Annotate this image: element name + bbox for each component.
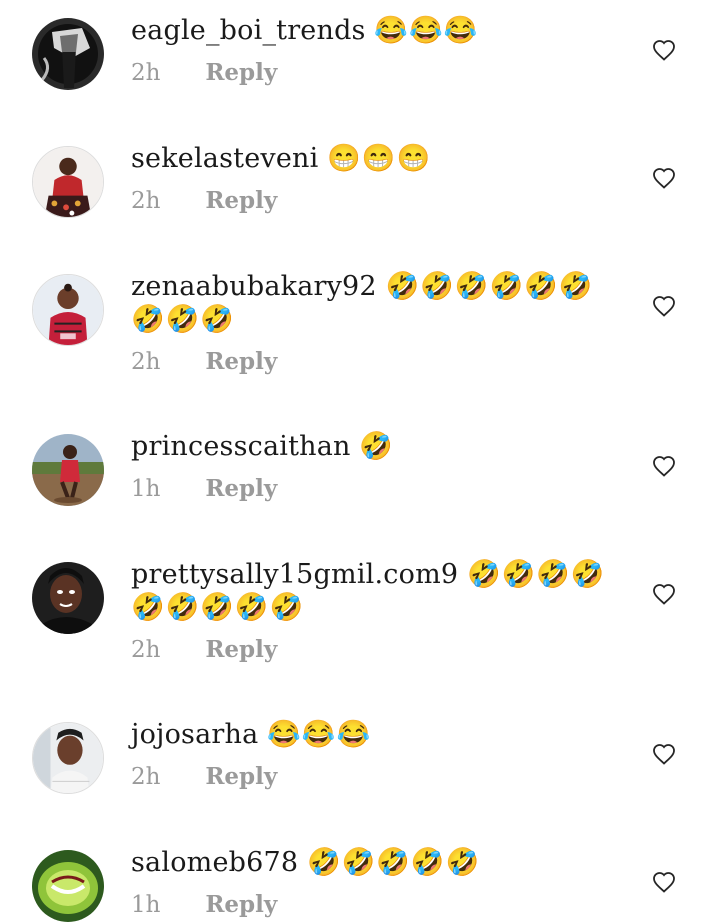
avatar[interactable] — [32, 18, 104, 90]
heart-outline-icon[interactable] — [652, 743, 676, 765]
comment-meta: 2h Reply — [131, 763, 277, 790]
comment-username[interactable]: sekelasteveni — [131, 143, 318, 174]
comment-text: princesscaithan 🤣 — [131, 430, 621, 463]
comment-text: zenaabubakary92 🤣🤣🤣🤣🤣🤣🤣🤣🤣 — [131, 270, 621, 336]
heart-outline-icon[interactable] — [652, 583, 676, 605]
comment-time: 2h — [131, 764, 161, 790]
comment-username[interactable]: jojosarha — [131, 719, 258, 750]
heart-outline-icon[interactable] — [652, 167, 676, 189]
reply-button[interactable]: Reply — [205, 475, 277, 502]
avatar[interactable] — [32, 562, 104, 634]
comment-text: eagle_boi_trends 😂😂😂 — [131, 14, 621, 47]
heart-outline-icon[interactable] — [652, 871, 676, 893]
comment-username[interactable]: prettysally15gmil.com9 — [131, 559, 458, 590]
comment-body: 🤣🤣🤣🤣🤣 — [307, 847, 481, 878]
comment-time: 2h — [131, 349, 161, 375]
avatar[interactable] — [32, 850, 104, 922]
comment-text: prettysally15gmil.com9 🤣🤣🤣🤣🤣🤣🤣🤣🤣 — [131, 558, 621, 624]
comment-meta: 1h Reply — [131, 475, 277, 502]
reply-button[interactable]: Reply — [205, 348, 277, 375]
reply-button[interactable]: Reply — [205, 636, 277, 663]
avatar[interactable] — [32, 722, 104, 794]
heart-outline-icon[interactable] — [652, 295, 676, 317]
comment-meta: 2h Reply — [131, 348, 277, 375]
comment-text: salomeb678 🤣🤣🤣🤣🤣 — [131, 846, 621, 879]
comment-username[interactable]: princesscaithan — [131, 431, 351, 462]
avatar[interactable] — [32, 146, 104, 218]
comment-time: 2h — [131, 60, 161, 86]
heart-outline-icon[interactable] — [652, 39, 676, 61]
comment-body: 🤣 — [359, 431, 395, 462]
comment-body: 😁😁😁 — [327, 143, 432, 174]
avatar[interactable] — [32, 274, 104, 346]
comment-body: 😂😂😂 — [374, 15, 479, 46]
reply-button[interactable]: Reply — [205, 187, 277, 214]
avatar[interactable] — [32, 434, 104, 506]
comment-username[interactable]: eagle_boi_trends — [131, 15, 366, 46]
comment-time: 2h — [131, 188, 161, 214]
reply-button[interactable]: Reply — [205, 891, 277, 918]
comment-meta: 2h Reply — [131, 187, 277, 214]
comment-meta: 2h Reply — [131, 59, 277, 86]
comment-text: sekelasteveni 😁😁😁 — [131, 142, 621, 175]
comment-meta: 2h Reply — [131, 636, 277, 663]
reply-button[interactable]: Reply — [205, 763, 277, 790]
comment-time: 2h — [131, 637, 161, 663]
comment-username[interactable]: zenaabubakary92 — [131, 271, 377, 302]
comment-time: 1h — [131, 476, 161, 502]
comment-text: jojosarha 😂😂😂 — [131, 718, 621, 751]
comment-time: 1h — [131, 892, 161, 918]
comment-meta: 1h Reply — [131, 891, 277, 918]
heart-outline-icon[interactable] — [652, 455, 676, 477]
comment-body: 😂😂😂 — [267, 719, 372, 750]
reply-button[interactable]: Reply — [205, 59, 277, 86]
comment-username[interactable]: salomeb678 — [131, 847, 298, 878]
